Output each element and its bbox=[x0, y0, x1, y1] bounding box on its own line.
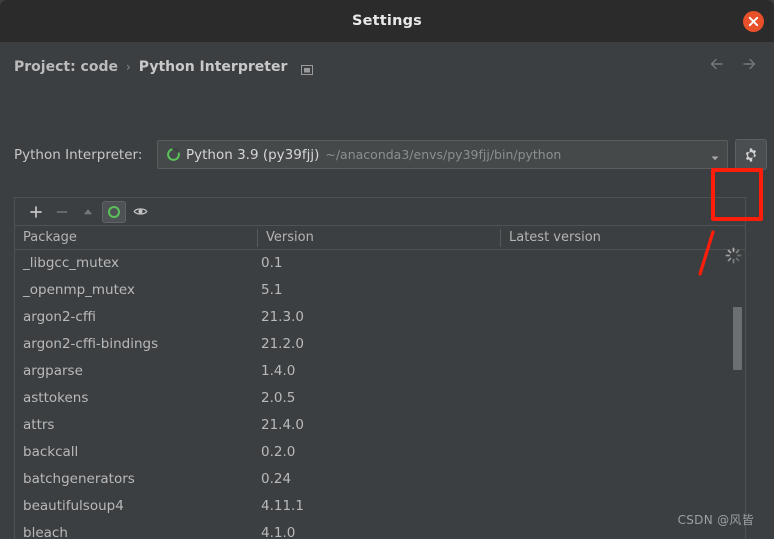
cell-version: 21.2.0 bbox=[261, 336, 304, 352]
column-header-version[interactable]: Version bbox=[258, 226, 500, 249]
table-row[interactable]: argon2-cffi 21.3.0 bbox=[15, 304, 745, 331]
loading-spinner-icon bbox=[725, 247, 742, 264]
add-package-button[interactable] bbox=[24, 201, 48, 223]
breadcrumb-separator: › bbox=[125, 60, 131, 74]
python-env-icon bbox=[166, 147, 181, 162]
breadcrumb-project[interactable]: Project: code bbox=[14, 59, 118, 75]
cell-package-name: bleach bbox=[23, 525, 68, 539]
settings-dialog: Settings Project: code › Python Interpre… bbox=[0, 0, 774, 539]
window-titlebar: Settings bbox=[0, 0, 774, 42]
cell-package-name: batchgenerators bbox=[23, 471, 135, 487]
table-row[interactable]: asttokens 2.0.5 bbox=[15, 385, 745, 412]
table-row[interactable]: backcall 0.2.0 bbox=[15, 439, 745, 466]
table-row[interactable]: argparse 1.4.0 bbox=[15, 358, 745, 385]
chevron-down-icon[interactable] bbox=[709, 149, 721, 161]
cell-package-name: _openmp_mutex bbox=[23, 282, 135, 298]
close-button[interactable] bbox=[743, 11, 764, 32]
upgrade-package-button[interactable] bbox=[76, 201, 100, 223]
column-header-package[interactable]: Package bbox=[15, 226, 257, 249]
cell-version: 4.1.0 bbox=[261, 525, 296, 539]
window-title: Settings bbox=[351, 13, 423, 29]
cell-package-name: beautifulsoup4 bbox=[23, 498, 124, 514]
arrow-left-icon[interactable] bbox=[708, 55, 726, 73]
cell-package-name: asttokens bbox=[23, 390, 89, 406]
cell-version: 0.24 bbox=[261, 471, 292, 487]
breadcrumb-section[interactable]: Python Interpreter bbox=[139, 59, 288, 75]
cell-version: 0.2.0 bbox=[261, 444, 296, 460]
cell-package-name: _libgcc_mutex bbox=[23, 255, 120, 271]
navigation-arrows bbox=[708, 55, 758, 73]
panel-toggle-icon[interactable] bbox=[301, 61, 314, 75]
cell-version: 21.4.0 bbox=[261, 417, 304, 433]
table-row[interactable]: bleach 4.1.0 bbox=[15, 520, 745, 539]
triangle-up-icon bbox=[83, 208, 93, 214]
cell-package-name: argparse bbox=[23, 363, 83, 379]
vertical-scrollbar-track[interactable] bbox=[733, 250, 744, 539]
column-header-latest-version[interactable]: Latest version bbox=[501, 226, 745, 249]
gear-icon bbox=[745, 147, 757, 162]
install-progress-button[interactable] bbox=[102, 200, 126, 223]
close-x-icon bbox=[748, 16, 759, 27]
arrow-right-icon[interactable] bbox=[740, 55, 758, 73]
table-row[interactable]: argon2-cffi-bindings 21.2.0 bbox=[15, 331, 745, 358]
installed-packages-panel: Package Version Latest version _libgcc_m… bbox=[14, 197, 746, 539]
breadcrumb: Project: code › Python Interpreter bbox=[14, 56, 314, 78]
interpreter-settings-button[interactable] bbox=[735, 139, 767, 170]
remove-package-button[interactable] bbox=[50, 201, 74, 223]
show-early-releases-button[interactable] bbox=[128, 201, 152, 223]
minus-icon bbox=[56, 210, 68, 213]
cell-package-name: backcall bbox=[23, 444, 79, 460]
table-row[interactable]: attrs 21.4.0 bbox=[15, 412, 745, 439]
python-interpreter-row: Python Interpreter: Python 3.9 (py39fjj)… bbox=[14, 139, 767, 170]
table-row[interactable]: beautifulsoup4 4.11.1 bbox=[15, 493, 745, 520]
packages-table-header: Package Version Latest version bbox=[15, 226, 745, 250]
cell-package-name: argon2-cffi-bindings bbox=[23, 336, 159, 352]
eye-icon bbox=[132, 208, 148, 215]
table-row[interactable]: batchgenerators 0.24 bbox=[15, 466, 745, 493]
cell-version: 1.4.0 bbox=[261, 363, 296, 379]
cell-version: 4.11.1 bbox=[261, 498, 304, 514]
loading-circle-icon bbox=[108, 205, 120, 218]
cell-version: 2.0.5 bbox=[261, 390, 296, 406]
python-interpreter-select[interactable]: Python 3.9 (py39fjj) ~/anaconda3/envs/py… bbox=[157, 140, 728, 169]
cell-version: 21.3.0 bbox=[261, 309, 304, 325]
cell-version: 5.1 bbox=[261, 282, 283, 298]
settings-content: Project: code › Python Interpreter Pytho… bbox=[0, 42, 774, 539]
table-row[interactable]: _libgcc_mutex 0.1 bbox=[15, 250, 745, 277]
vertical-scrollbar-thumb[interactable] bbox=[733, 307, 742, 370]
cell-package-name: attrs bbox=[23, 417, 55, 433]
interpreter-path: ~/anaconda3/envs/py39fjj/bin/python bbox=[325, 147, 562, 162]
cell-package-name: argon2-cffi bbox=[23, 309, 96, 325]
plus-icon bbox=[30, 205, 42, 218]
cell-version: 0.1 bbox=[261, 255, 283, 271]
table-row[interactable]: _openmp_mutex 5.1 bbox=[15, 277, 745, 304]
interpreter-name: Python 3.9 (py39fjj) bbox=[186, 146, 320, 163]
python-interpreter-label: Python Interpreter: bbox=[14, 147, 143, 163]
packages-table-body[interactable]: _libgcc_mutex 0.1 _openmp_mutex 5.1 argon2-c… bbox=[15, 250, 745, 539]
packages-toolbar bbox=[15, 198, 745, 226]
